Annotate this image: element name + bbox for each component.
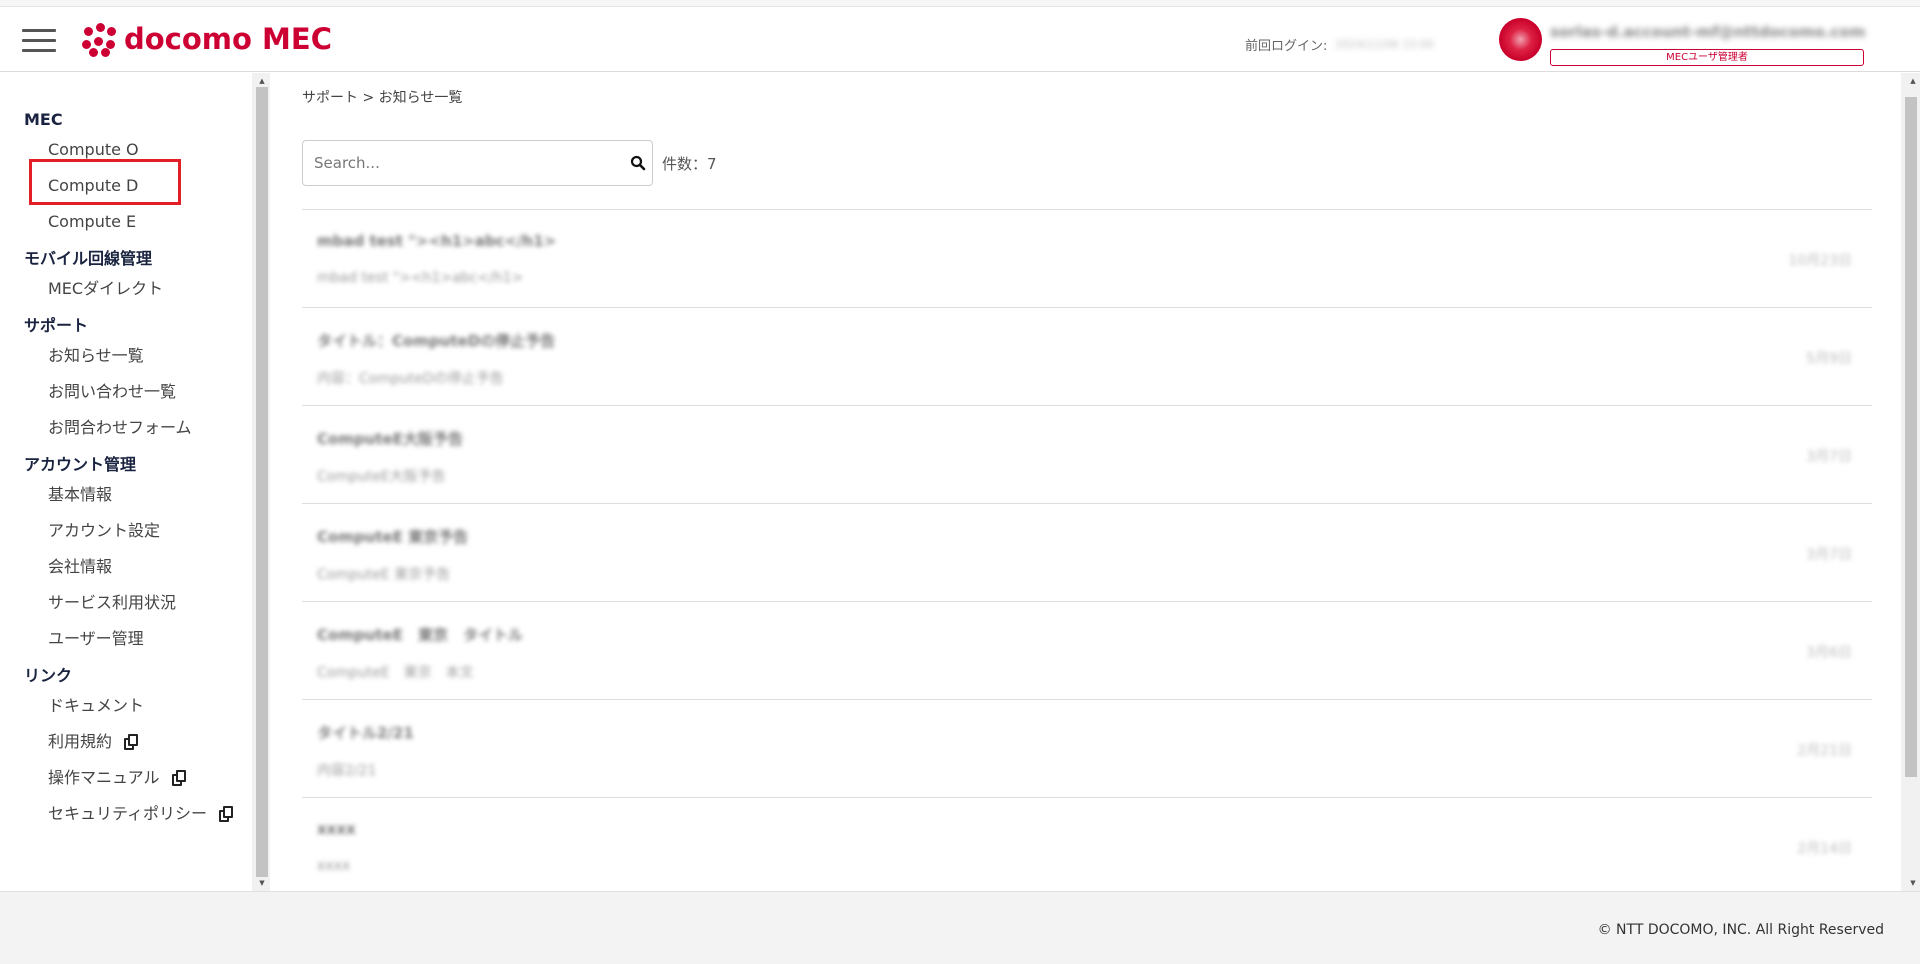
copy-icon bbox=[124, 734, 139, 750]
main-content: サポート > お知らせ一覧 件数：7 mbad test "><h1>abc</… bbox=[271, 73, 1920, 891]
sidebar-item[interactable]: Compute E bbox=[24, 204, 233, 240]
docomo-logo-icon bbox=[80, 21, 116, 57]
notice-body: ComputeE 東京予告 bbox=[317, 567, 451, 583]
sidebar-item-label: セキュリティポリシー bbox=[48, 804, 208, 823]
sidebar-item[interactable]: MECダイレクト bbox=[24, 271, 233, 307]
role-badge: MECユーザ管理者 bbox=[1550, 49, 1864, 66]
copy-icon bbox=[171, 770, 186, 786]
notice-row[interactable]: ComputeE 東京予告 ComputeE 東京予告 3月7日 bbox=[302, 503, 1872, 601]
sidebar-item-label: ドキュメント bbox=[48, 696, 145, 715]
sidebar-item-label: Compute E bbox=[48, 212, 137, 231]
sidebar-scrollbar-thumb[interactable] bbox=[256, 87, 268, 877]
main-scroll-down-icon[interactable]: ▼ bbox=[1907, 878, 1919, 888]
sidebar-item[interactable]: セキュリティポリシー bbox=[24, 796, 234, 832]
notice-body: 内容2/21 bbox=[317, 763, 377, 779]
notice-row[interactable]: ComputeE大阪予告 ComputeE大阪予告 3月7日 bbox=[302, 405, 1872, 503]
search-icon[interactable] bbox=[630, 155, 646, 171]
sidebar-item[interactable]: 操作マニュアル bbox=[24, 760, 233, 796]
sidebar-item-label: サービス利用状況 bbox=[48, 593, 177, 612]
sidebar-item[interactable]: アカウント設定 bbox=[24, 513, 233, 549]
top-strip bbox=[0, 0, 1920, 7]
sidebar-item-label: アカウント設定 bbox=[48, 521, 161, 540]
sidebar-item[interactable]: お知らせ一覧 bbox=[24, 338, 233, 374]
notice-row[interactable]: タイトル：ComputeDの停止予告 内容：ComputeDの停止予告 5月9日 bbox=[302, 307, 1872, 405]
notice-list: mbad test "><h1>abc</h1> mbad test "><h1>… bbox=[302, 209, 1872, 895]
breadcrumb: サポート > お知らせ一覧 bbox=[302, 90, 463, 106]
notice-title: ComputeE 東京予告 bbox=[317, 528, 469, 546]
last-login: 前回ログイン: 2024/11/06 15:00 bbox=[1245, 35, 1434, 54]
notice-title: ComputeE 東京 タイトル bbox=[317, 626, 523, 644]
sidebar-item-label: お知らせ一覧 bbox=[48, 346, 144, 365]
sidebar-item-label: 操作マニュアル bbox=[48, 768, 160, 787]
sidebar-nav: MEC Compute O Compute D Compute E モバイル回線管理 ME… bbox=[24, 107, 234, 838]
sidebar-section-title: MEC bbox=[24, 110, 63, 129]
last-login-label: 前回ログイン: bbox=[1245, 39, 1328, 54]
app-header: docomo MEC 前回ログイン: 2024/11/06 15:00 sorl… bbox=[0, 7, 1920, 72]
sidebar-item[interactable]: お問い合わせ一覧 bbox=[24, 374, 233, 410]
brand-name: docomo MEC bbox=[124, 22, 332, 56]
sidebar-item-label: 基本情報 bbox=[48, 485, 113, 504]
notice-body: mbad test "><h1>abc</h1> bbox=[317, 270, 524, 286]
sidebar-section-title: サポート bbox=[24, 316, 89, 335]
sidebar-item-label: MECダイレクト bbox=[48, 279, 164, 298]
logo[interactable]: docomo MEC bbox=[80, 21, 332, 57]
sidebar-section-title: アカウント管理 bbox=[24, 455, 137, 474]
notice-row[interactable]: xxxx xxxx 2月14日 bbox=[302, 797, 1872, 895]
notice-row[interactable]: mbad test "><h1>abc</h1> mbad test "><h1>… bbox=[302, 209, 1872, 307]
notice-row[interactable]: タイトル2/21 内容2/21 2月21日 bbox=[302, 699, 1872, 797]
notice-title: タイトル2/21 bbox=[317, 724, 414, 742]
notice-body: ComputeE大阪予告 bbox=[317, 469, 446, 485]
search-input[interactable] bbox=[303, 141, 603, 185]
avatar[interactable] bbox=[1499, 18, 1542, 61]
menu-icon[interactable] bbox=[22, 29, 56, 53]
notice-date: 3月7日 bbox=[1806, 547, 1852, 563]
notice-date: 10月23日 bbox=[1788, 253, 1852, 269]
notice-title: xxxx bbox=[317, 820, 356, 838]
notice-date: 3月6日 bbox=[1806, 645, 1852, 661]
sidebar-item[interactable]: 会社情報 bbox=[24, 549, 233, 585]
sidebar-item[interactable]: 基本情報 bbox=[24, 477, 233, 513]
sidebar-item[interactable]: 利用規約 bbox=[24, 724, 233, 760]
sidebar-item[interactable]: ユーザー管理 bbox=[24, 621, 233, 657]
scroll-down-icon[interactable]: ▼ bbox=[256, 878, 268, 888]
sidebar-section-title: リンク bbox=[24, 666, 73, 685]
notice-title: タイトル：ComputeDの停止予告 bbox=[317, 332, 556, 350]
notice-body: 内容：ComputeDの停止予告 bbox=[317, 371, 504, 387]
notice-date: 2月14日 bbox=[1797, 841, 1852, 857]
copyright: © NTT DOCOMO, INC. All Right Reserved bbox=[1597, 922, 1884, 938]
notice-row[interactable]: ComputeE 東京 タイトル ComputeE 東京 本文 3月6日 bbox=[302, 601, 1872, 699]
footer: © NTT DOCOMO, INC. All Right Reserved bbox=[0, 891, 1920, 964]
sidebar-item[interactable]: お問合わせフォーム bbox=[24, 410, 233, 446]
notice-title: mbad test "><h1>abc</h1> bbox=[317, 232, 557, 250]
sidebar-section-title: モバイル回線管理 bbox=[24, 249, 153, 268]
scroll-up-icon[interactable]: ▲ bbox=[256, 76, 268, 86]
sidebar-item[interactable]: ドキュメント bbox=[24, 688, 233, 724]
main-scrollbar-thumb[interactable] bbox=[1905, 97, 1917, 777]
sidebar-item-label: 利用規約 bbox=[48, 732, 113, 751]
notice-date: 5月9日 bbox=[1806, 351, 1852, 367]
sidebar-item-label: お問い合わせ一覧 bbox=[48, 382, 177, 401]
sidebar-item-label: ユーザー管理 bbox=[48, 629, 144, 648]
sidebar-item[interactable]: サービス利用状況 bbox=[24, 585, 233, 621]
notice-body: ComputeE 東京 本文 bbox=[317, 665, 474, 681]
notice-date: 3月7日 bbox=[1806, 449, 1852, 465]
notice-body: xxxx bbox=[317, 858, 351, 874]
sidebar-item-label: お問合わせフォーム bbox=[48, 418, 192, 437]
main-scroll-up-icon[interactable]: ▲ bbox=[1907, 76, 1919, 86]
highlight-box bbox=[29, 159, 181, 205]
copy-icon bbox=[219, 806, 234, 822]
sidebar-item-label: 会社情報 bbox=[48, 557, 113, 576]
result-count: 件数：7 bbox=[662, 155, 717, 173]
notice-date: 2月21日 bbox=[1797, 743, 1852, 759]
search-box[interactable] bbox=[302, 140, 653, 186]
last-login-value: 2024/11/06 15:00 bbox=[1335, 38, 1434, 51]
user-email[interactable]: sorlas-d.account-mf@nttdocomo.com bbox=[1550, 23, 1865, 41]
notice-title: ComputeE大阪予告 bbox=[317, 430, 463, 448]
